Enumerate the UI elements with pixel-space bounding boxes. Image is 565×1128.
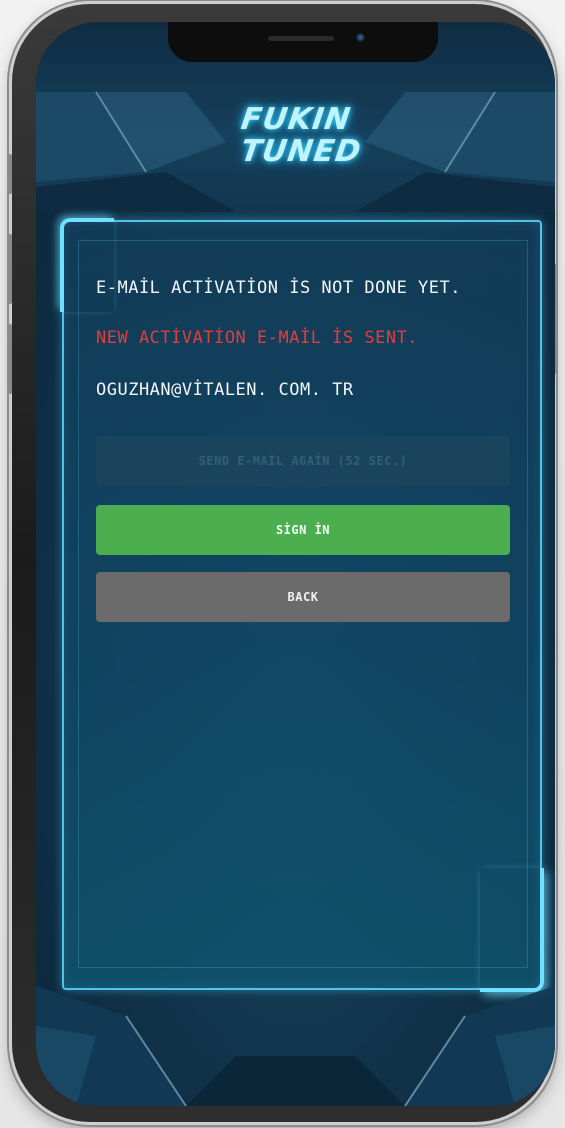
camera-icon bbox=[356, 33, 365, 42]
back-button[interactable]: BACK bbox=[96, 572, 510, 622]
panel-corner-glow-bottom-right bbox=[480, 868, 544, 992]
resend-email-button[interactable]: SEND E-MAİL AGAİN (52 SEC.) bbox=[96, 436, 510, 486]
footer-banner bbox=[36, 986, 555, 1106]
sign-in-button[interactable]: SİGN İN bbox=[96, 505, 510, 555]
volume-up-button bbox=[8, 234, 12, 304]
app-logo: FUKIN TUNED bbox=[222, 102, 370, 200]
phone-frame: FUKIN TUNED E-MAİL ACTİVATİON İS NOT DON… bbox=[8, 4, 557, 1122]
page: FUKIN TUNED E-MAİL ACTİVATİON İS NOT DON… bbox=[0, 0, 565, 1128]
volume-down-button bbox=[8, 324, 12, 394]
logo-text-line2: TUNED bbox=[238, 134, 364, 169]
footer-decoration bbox=[36, 986, 555, 1106]
silent-switch bbox=[8, 154, 12, 194]
speaker-grille bbox=[268, 36, 334, 41]
user-email-label: OGUZHAN@VİTALEN. COM. TR bbox=[96, 380, 354, 400]
activation-not-done-message: E-MAİL ACTİVATİON İS NOT DONE YET. bbox=[96, 278, 461, 298]
app-screen: FUKIN TUNED E-MAİL ACTİVATİON İS NOT DON… bbox=[36, 22, 555, 1106]
logo-text-line1: FUKIN bbox=[238, 102, 354, 137]
notch bbox=[168, 22, 438, 62]
activation-email-sent-message: NEW ACTİVATİON E-MAİL İS SENT. bbox=[96, 328, 419, 348]
